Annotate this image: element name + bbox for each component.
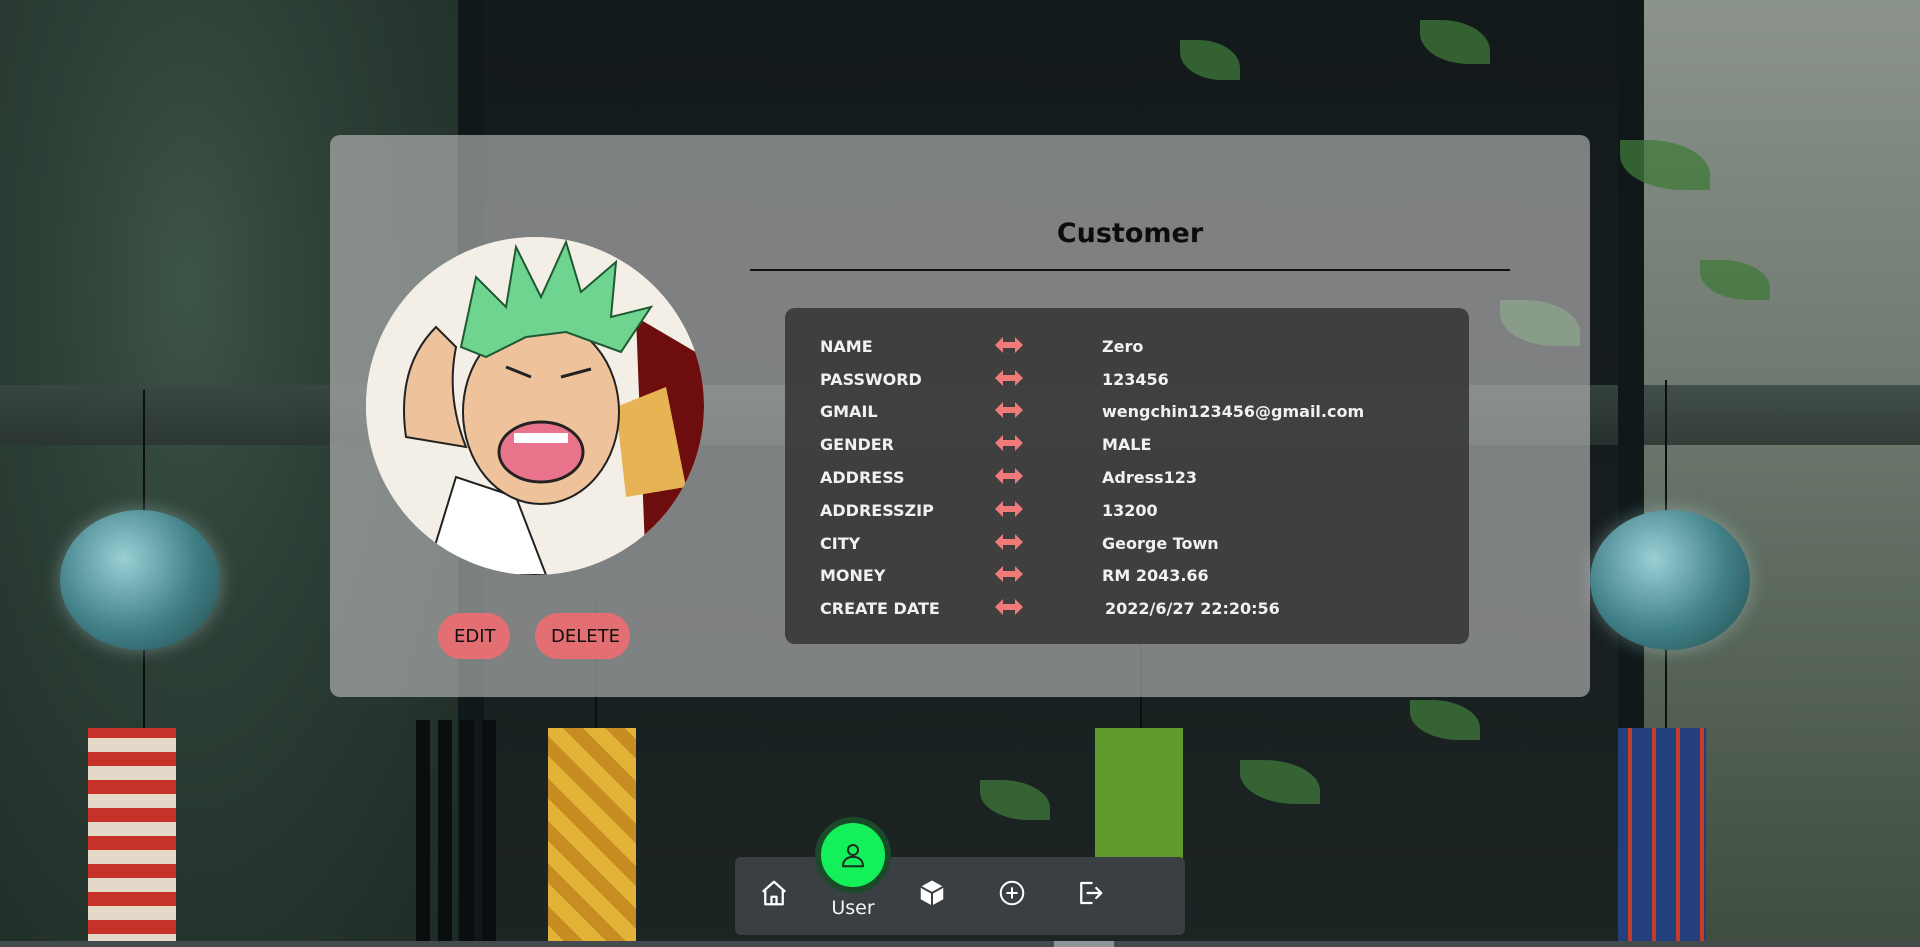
field-value: 2022/6/27 22:20:56: [1105, 599, 1280, 618]
field-label: PASSWORD: [820, 370, 922, 389]
double-arrow-icon: [995, 501, 1023, 517]
customer-info-panel: NAME Zero PASSWORD 123456 GMAIL wengchin…: [785, 308, 1469, 644]
field-label: GMAIL: [820, 402, 878, 421]
info-row-create-date: CREATE DATE 2022/6/27 22:20:56: [785, 597, 1469, 630]
nav-logout[interactable]: [1075, 878, 1105, 908]
double-arrow-icon: [995, 468, 1023, 484]
double-arrow-icon: [995, 566, 1023, 582]
logout-icon: [1080, 881, 1103, 905]
field-value: 13200: [1102, 501, 1158, 520]
scrollbar-horizontal[interactable]: [0, 941, 1920, 947]
bamboo-pole: [416, 720, 430, 947]
field-label: ADDRESSZIP: [820, 501, 934, 520]
plus-circle-icon: [999, 880, 1025, 906]
double-arrow-icon: [995, 599, 1023, 615]
field-label: ADDRESS: [820, 468, 905, 487]
avatar-illustration: [366, 237, 704, 575]
bamboo-pole: [482, 720, 496, 947]
avatar: [366, 237, 704, 575]
chime-tag: [88, 728, 176, 947]
bamboo-pole: [460, 720, 474, 947]
nav-home[interactable]: [759, 878, 789, 908]
chime-tag: [548, 728, 636, 947]
info-row-name: NAME Zero: [785, 335, 1469, 368]
cube-icon: [920, 880, 944, 906]
double-arrow-icon: [995, 402, 1023, 418]
nav-add[interactable]: [997, 878, 1027, 908]
info-row-gender: GENDER MALE: [785, 433, 1469, 466]
field-value: wengchin123456@gmail.com: [1102, 402, 1365, 421]
scrollbar-thumb[interactable]: [1054, 941, 1114, 947]
field-label: GENDER: [820, 435, 894, 454]
field-value: Adress123: [1102, 468, 1198, 487]
field-label: CITY: [820, 534, 861, 553]
field-value: Zero: [1102, 337, 1144, 356]
nav-user[interactable]: [815, 817, 891, 893]
info-row-gmail: GMAIL wengchin123456@gmail.com: [785, 400, 1469, 433]
field-value: MALE: [1102, 435, 1152, 454]
profile-card: EDIT DELETE Customer NAME Zero PASSWORD …: [330, 135, 1590, 697]
wind-chime: [60, 510, 220, 650]
field-value: George Town: [1102, 534, 1219, 553]
field-value: RM 2043.66: [1102, 566, 1209, 585]
double-arrow-icon: [995, 435, 1023, 451]
nav-products[interactable]: [917, 878, 947, 908]
field-label: CREATE DATE: [820, 599, 940, 618]
field-label: MONEY: [820, 566, 886, 585]
info-row-money: MONEY RM 2043.66: [785, 564, 1469, 597]
info-row-password: PASSWORD 123456: [785, 368, 1469, 401]
nav-user-label[interactable]: User: [815, 897, 891, 919]
edit-button[interactable]: EDIT: [438, 613, 510, 659]
user-icon: [842, 844, 864, 868]
home-icon: [762, 880, 786, 906]
chime-tag: [1618, 728, 1706, 947]
double-arrow-icon: [995, 337, 1023, 353]
bottom-nav: User: [735, 817, 1185, 935]
wind-chime: [1590, 510, 1750, 650]
field-label: NAME: [820, 337, 873, 356]
field-value: 123456: [1102, 370, 1169, 389]
info-row-city: CITY George Town: [785, 532, 1469, 565]
title-divider: [750, 269, 1510, 271]
info-row-address: ADDRESS Adress123: [785, 466, 1469, 499]
double-arrow-icon: [995, 370, 1023, 386]
info-row-addresszip: ADDRESSZIP 13200: [785, 499, 1469, 532]
page-title: Customer: [1056, 218, 1204, 249]
bamboo-pole: [438, 720, 452, 947]
chime-tag: [1095, 728, 1183, 858]
double-arrow-icon: [995, 534, 1023, 550]
delete-button[interactable]: DELETE: [535, 613, 630, 659]
